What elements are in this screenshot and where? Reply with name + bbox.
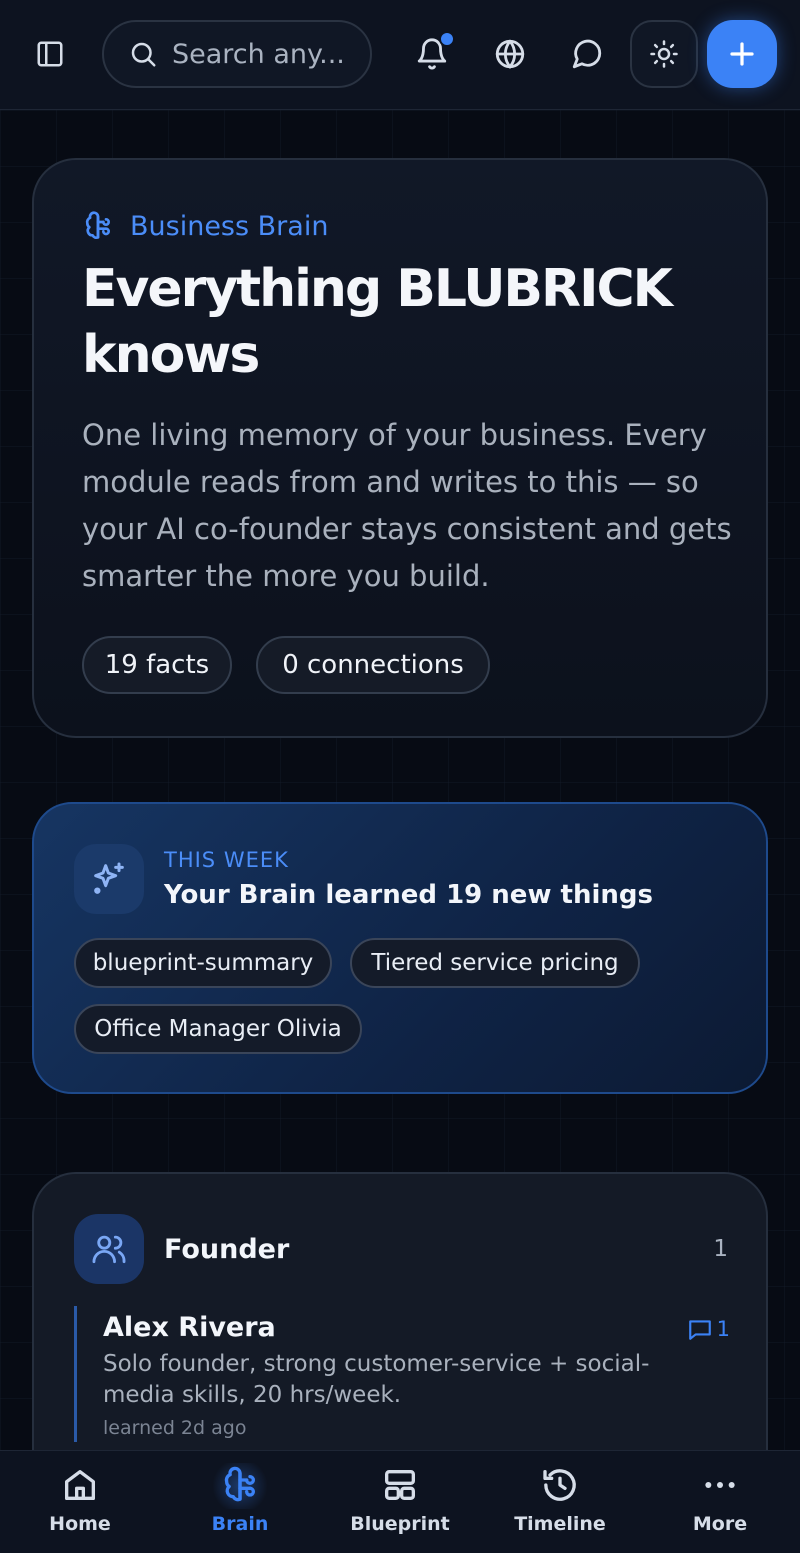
nav-brain[interactable]: Brain xyxy=(180,1463,300,1545)
home-icon xyxy=(65,1470,96,1500)
comments-count: 1 xyxy=(716,1317,730,1341)
nav-home[interactable]: Home xyxy=(20,1465,140,1545)
week-kicker: THIS WEEK xyxy=(164,848,289,872)
comments-button[interactable]: 1 xyxy=(687,1316,730,1342)
sidebar-toggle-button[interactable] xyxy=(28,32,72,76)
message-circle-icon xyxy=(572,39,602,69)
search-input[interactable]: Search any... xyxy=(102,20,372,88)
page-title: Everything BLUBRICK knows xyxy=(82,259,673,385)
brain-icon xyxy=(85,211,110,240)
more-icon xyxy=(705,1482,735,1488)
bottom-navigation: Home Brain Blueprint Timeline More xyxy=(0,1450,800,1553)
business-brain-card: Business Brain Everything BLUBRICK knows… xyxy=(32,158,768,738)
section-count: 1 xyxy=(713,1236,728,1262)
nav-label: Brain xyxy=(211,1513,269,1535)
nav-more[interactable]: More xyxy=(660,1465,780,1545)
learned-tag[interactable]: blueprint-summary xyxy=(74,938,332,988)
search-icon xyxy=(131,42,156,67)
fact-item[interactable]: Alex Rivera Solo founder, strong custome… xyxy=(74,1306,730,1442)
hero-label-text: Business Brain xyxy=(130,210,329,242)
sparkles-icon xyxy=(94,862,124,894)
nav-label: Home xyxy=(49,1513,111,1535)
brain-icon xyxy=(224,1466,255,1502)
chat-button[interactable] xyxy=(563,30,611,78)
week-title: Your Brain learned 19 new things xyxy=(164,880,653,910)
fact-timestamp: learned 2d ago xyxy=(103,1417,247,1439)
globe-icon xyxy=(495,39,525,69)
week-icon-tile xyxy=(74,844,144,914)
history-icon xyxy=(543,1469,576,1501)
layout-icon xyxy=(385,1470,415,1500)
nav-timeline[interactable]: Timeline xyxy=(500,1465,620,1545)
comment-icon xyxy=(688,1320,711,1340)
notification-dot xyxy=(439,31,455,47)
plus-icon xyxy=(730,42,754,66)
hero-label: Business Brain xyxy=(82,210,328,242)
section-title: Founder xyxy=(164,1234,290,1265)
sun-icon xyxy=(650,40,678,68)
nav-label: More xyxy=(692,1513,748,1535)
hero-description: One living memory of your business. Ever… xyxy=(82,418,732,593)
learned-tag[interactable]: Tiered service pricing xyxy=(350,938,640,988)
learned-tag[interactable]: Office Manager Olivia xyxy=(74,1004,362,1054)
add-button[interactable] xyxy=(707,20,777,88)
connections-count-pill[interactable]: 0 connections xyxy=(256,636,490,694)
nav-label: Blueprint xyxy=(350,1513,450,1535)
nav-label: Timeline xyxy=(514,1513,606,1535)
search-placeholder: Search any... xyxy=(172,38,345,70)
founder-icon-tile xyxy=(74,1214,144,1284)
this-week-card: THIS WEEK Your Brain learned 19 new thin… xyxy=(32,802,768,1094)
facts-count-pill[interactable]: 19 facts xyxy=(82,636,232,694)
language-button[interactable] xyxy=(486,30,534,78)
top-bar: Search any... xyxy=(0,0,800,110)
fact-description: Solo founder, strong customer-service + … xyxy=(103,1351,650,1408)
theme-toggle-button[interactable] xyxy=(630,20,698,88)
sidebar-icon xyxy=(37,41,63,67)
users-icon xyxy=(92,1235,126,1264)
fact-name: Alex Rivera xyxy=(103,1312,276,1343)
nav-blueprint[interactable]: Blueprint xyxy=(340,1465,460,1545)
